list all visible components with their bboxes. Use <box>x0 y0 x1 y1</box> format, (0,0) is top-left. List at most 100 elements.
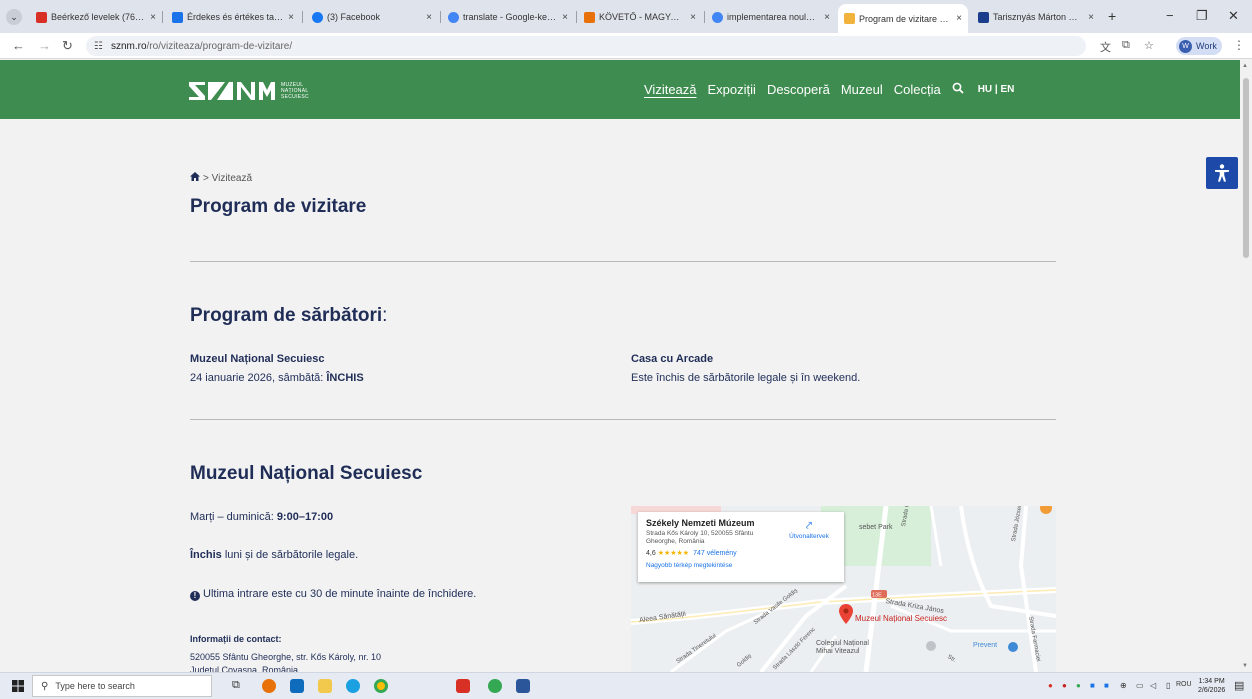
nav-item-descopera[interactable]: Descoperă <box>767 82 830 97</box>
acrobat-icon[interactable] <box>456 679 470 693</box>
map-label-prevent: Prevent <box>973 642 998 649</box>
nav-item-colectia[interactable]: Colecția <box>894 82 941 97</box>
nav-item-viziteaza[interactable]: Vizitează <box>644 82 697 97</box>
outlook-icon[interactable] <box>290 679 304 693</box>
scroll-thumb[interactable] <box>1243 78 1249 258</box>
browser-tab-koveto[interactable]: KÖVETŐ - MAGYAR-ROM× <box>578 6 702 28</box>
reviews-link[interactable]: 747 vélemény <box>693 550 737 557</box>
divider <box>190 261 1056 262</box>
file-explorer-icon[interactable] <box>318 679 332 693</box>
sznm-favicon-icon <box>844 13 855 24</box>
close-tab-icon[interactable]: × <box>150 12 156 23</box>
page-scrollbar[interactable]: ▲ ▼ <box>1240 60 1252 672</box>
home-icon[interactable] <box>190 172 200 184</box>
restore-icon[interactable]: ❐ <box>1196 8 1208 24</box>
browser-tab-facebook[interactable]: (3) Facebook × <box>306 6 438 28</box>
site-settings-icon[interactable]: ☷ <box>94 41 103 52</box>
close-tab-icon[interactable]: × <box>562 12 568 23</box>
browser-tab-strip: ⌄ Beérkező levelek (763) - × Érdekes és … <box>0 0 1252 33</box>
place-rating: 4,6 ★★★★★ 747 vélemény <box>646 550 737 557</box>
avatar: W <box>1179 39 1192 53</box>
tray-app-icon[interactable]: ● <box>1076 681 1081 690</box>
bookmark-star-icon[interactable]: ☆ <box>1144 39 1154 52</box>
tab-search-chevron-icon[interactable]: ⌄ <box>6 9 22 25</box>
tray-app-icon[interactable]: ■ <box>1104 681 1109 690</box>
chrome-icon[interactable] <box>374 679 388 693</box>
close-tab-icon[interactable]: × <box>1088 12 1094 23</box>
close-tab-icon[interactable]: × <box>426 12 432 23</box>
museum-favicon-icon <box>978 11 989 23</box>
minimize-icon[interactable]: − <box>1166 8 1174 23</box>
url-input[interactable]: ☷ sznm.ro/ro/viziteaza/program-de-vizita… <box>86 36 1086 56</box>
contact-title: Informații de contact: <box>190 634 282 644</box>
windows-taskbar: ⚲ Type here to search ⧉ ● ● ● ■ ■ ⊕ ▭ ◁ … <box>0 672 1252 699</box>
scroll-up-arrow-icon[interactable]: ▲ <box>1242 63 1248 69</box>
forward-arrow-icon[interactable]: → <box>38 38 51 53</box>
nav-item-muzeul[interactable]: Muzeul <box>841 82 883 97</box>
close-tab-icon[interactable]: × <box>956 13 962 24</box>
volume-icon[interactable]: ◁ <box>1150 681 1156 690</box>
battery-icon[interactable]: ▯ <box>1166 681 1170 690</box>
directions-icon: ⤤ <box>805 520 813 532</box>
holiday-section-title: Program de sărbători: <box>190 305 388 326</box>
profile-button[interactable]: W Work <box>1176 37 1222 55</box>
address-toolbar: ← → ↻ ☷ sznm.ro/ro/viziteaza/program-de-… <box>0 33 1252 59</box>
accessibility-button[interactable] <box>1206 157 1238 189</box>
page-title: Program de vizitare <box>190 196 367 217</box>
browser-tab-google-translate[interactable]: translate - Google-keresé × <box>442 6 574 28</box>
language-switcher[interactable]: HU | EN <box>978 84 1015 95</box>
tray-app-icon[interactable]: ● <box>1048 681 1053 690</box>
cast-icon[interactable]: ⧉ <box>1122 39 1130 52</box>
nav-item-expozitii[interactable]: Expoziții <box>708 82 756 97</box>
sznm-logo[interactable]: MUZEUL NAȚIONAL SECUIESC <box>189 82 309 100</box>
holiday-arcade-name: Casa cu Arcade <box>631 353 714 365</box>
tray-app-icon[interactable]: ● <box>1062 681 1067 690</box>
url-path: /ro/viziteaza/program-de-vizitare/ <box>146 40 293 52</box>
firefox-icon[interactable] <box>262 679 276 693</box>
copilot-icon <box>172 11 183 23</box>
holiday-museum-name: Muzeul Național Secuiesc <box>190 353 325 365</box>
directions-button[interactable]: ⤤ Útvonaltervek <box>786 520 832 540</box>
taskbar-search-input[interactable]: ⚲ Type here to search <box>32 675 212 697</box>
browser-tab-implementarea[interactable]: implementarea noului BR × <box>706 6 836 28</box>
close-window-icon[interactable]: ✕ <box>1228 8 1239 24</box>
accessibility-icon <box>1215 164 1229 182</box>
close-tab-icon[interactable]: × <box>690 12 696 23</box>
map-pin-icon[interactable] <box>839 604 853 624</box>
breadcrumb: > Vizitează <box>190 172 252 184</box>
search-icon[interactable] <box>952 82 964 97</box>
map-place-card: Székely Nemzeti Múzeum Strada Kős Károly… <box>638 512 844 582</box>
scroll-down-arrow-icon[interactable]: ▼ <box>1242 663 1248 669</box>
facebook-icon <box>312 11 323 23</box>
system-clock[interactable]: 1:34 PM 2/6/2026 <box>1198 677 1225 695</box>
close-tab-icon[interactable]: × <box>824 12 830 23</box>
info-icon: ! <box>190 591 200 601</box>
task-view-icon[interactable]: ⧉ <box>232 679 246 693</box>
closed-days: Închis luni și de sărbătorile legale. <box>190 549 359 561</box>
network-icon[interactable]: ⊕ <box>1120 681 1127 690</box>
browser-tab-gmail[interactable]: Beérkező levelek (763) - × <box>30 6 162 28</box>
browser-tab-2[interactable]: Érdekes és értékes tartalm× <box>166 6 300 28</box>
word-icon[interactable] <box>516 679 530 693</box>
windows-start-icon[interactable] <box>12 680 24 695</box>
back-arrow-icon[interactable]: ← <box>12 38 25 53</box>
notifications-icon[interactable]: ▤ <box>1234 679 1244 692</box>
translate-icon[interactable]: 文 <box>1100 39 1111 55</box>
bigger-map-link[interactable]: Nagyobb térkép megtekintése <box>646 562 836 569</box>
input-language[interactable]: ROU <box>1176 681 1192 688</box>
edge-icon[interactable] <box>346 679 360 693</box>
new-tab-button[interactable]: + <box>1108 8 1116 24</box>
browser-menu-icon[interactable]: ⋮ <box>1233 38 1245 52</box>
breadcrumb-current[interactable]: > Vizitează <box>203 173 252 184</box>
chrome-profile-icon[interactable] <box>488 679 502 693</box>
display-icon[interactable]: ▭ <box>1136 681 1144 690</box>
site-header: MUZEUL NAȚIONAL SECUIESC Vizitează Expoz… <box>0 60 1240 119</box>
road-code-label: 13E <box>872 593 882 599</box>
contact-address-line: 520055 Sfântu Gheorghe, str. Kős Károly,… <box>190 652 381 662</box>
reload-icon[interactable]: ↻ <box>62 38 73 54</box>
close-tab-icon[interactable]: × <box>288 12 294 23</box>
browser-tab-program-de-vizitare[interactable]: Program de vizitare — M × <box>838 4 968 33</box>
last-entry-note: ! Ultima intrare este cu 30 de minute îna… <box>190 588 476 601</box>
tray-app-icon[interactable]: ■ <box>1090 681 1095 690</box>
browser-tab-tarisznyas[interactable]: Tarisznyás Márton Múzeu× <box>972 6 1100 28</box>
